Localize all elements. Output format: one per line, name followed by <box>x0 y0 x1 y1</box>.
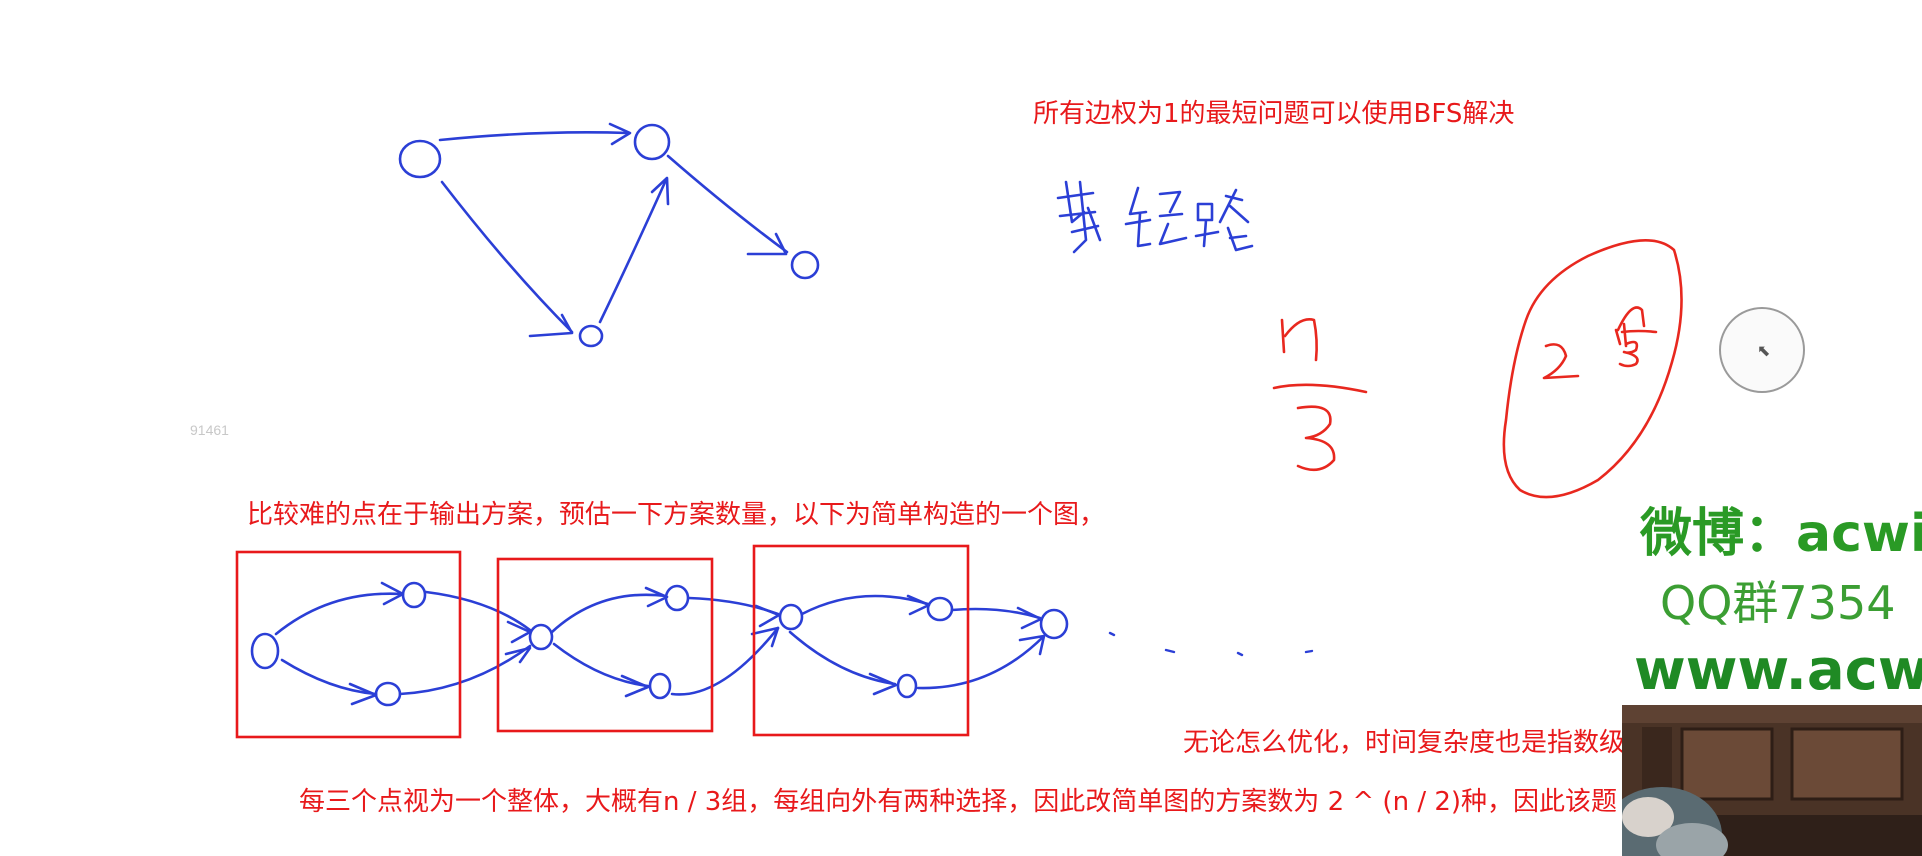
chain-node-8 <box>926 596 954 622</box>
cursor-highlight: ⬉ <box>1719 307 1805 393</box>
handwritten-power-2-n-over-3 <box>1542 306 1658 380</box>
chain-node-3 <box>374 681 402 707</box>
chain-node-5 <box>664 584 690 612</box>
webcam-overlay <box>1622 705 1922 856</box>
graph-sketch <box>398 122 820 348</box>
chain-node-4 <box>528 623 554 651</box>
group-boxes <box>235 544 970 739</box>
handwritten-fraction-n-over-3 <box>1272 318 1368 472</box>
group-box-3 <box>752 544 970 737</box>
pointer-cursor-icon: ⬉ <box>1757 341 1771 360</box>
graph-node-b <box>633 123 671 161</box>
chain-ellipsis-dots <box>1108 631 1314 657</box>
graph-edge-ab <box>438 131 630 142</box>
chain-node-1 <box>250 632 280 670</box>
graph-node-a <box>398 139 442 179</box>
graph-node-d <box>578 324 604 348</box>
chain-node-10 <box>1039 608 1069 640</box>
chain-node-9 <box>896 673 918 699</box>
chain-sketch <box>250 581 1069 707</box>
graph-edge-db <box>598 178 668 324</box>
chain-node-7 <box>778 603 804 631</box>
whiteboard-canvas: 所有边权为1的最短问题可以使用BFS解决 比较难的点在于输出方案，预估一下方案数… <box>0 0 1922 856</box>
chain-node-6 <box>648 672 672 700</box>
group-box-1 <box>235 550 462 739</box>
handwritten-red-loop <box>1502 239 1683 499</box>
graph-edge-ad <box>440 180 574 334</box>
handwritten-shortest-path <box>1056 180 1254 254</box>
watermark-qq: QQ群7354 <box>1660 576 1896 630</box>
graph-edge-bc <box>666 154 789 254</box>
watermark-www: www.acwin <box>1634 638 1922 703</box>
chain-node-2 <box>401 581 427 609</box>
graph-node-c <box>790 250 820 280</box>
watermark-weibo: 微博：acwin <box>1640 504 1922 564</box>
